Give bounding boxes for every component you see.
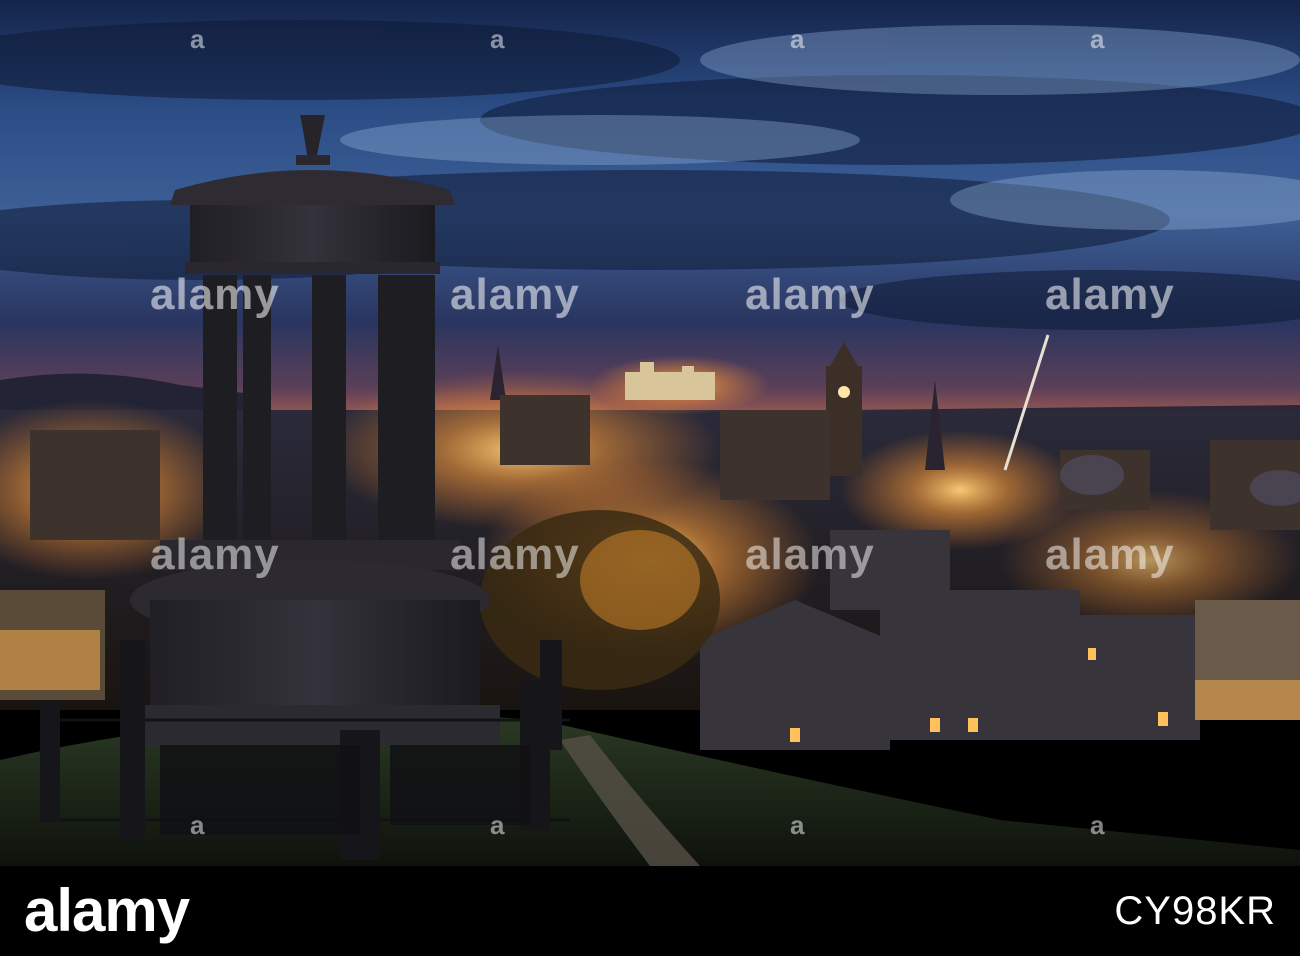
footer-bar: alamy CY98KR <box>0 866 1300 956</box>
brand-logo-container[interactable]: alamy <box>24 876 190 946</box>
stock-photo-page: a a a a alamy alamy alamy alamy alamy al… <box>0 0 1300 956</box>
city-night-photograph <box>0 0 1300 866</box>
photo-scene <box>0 0 1300 866</box>
image-id: CY98KR <box>1114 889 1276 933</box>
brand-logo[interactable]: alamy <box>24 876 190 946</box>
